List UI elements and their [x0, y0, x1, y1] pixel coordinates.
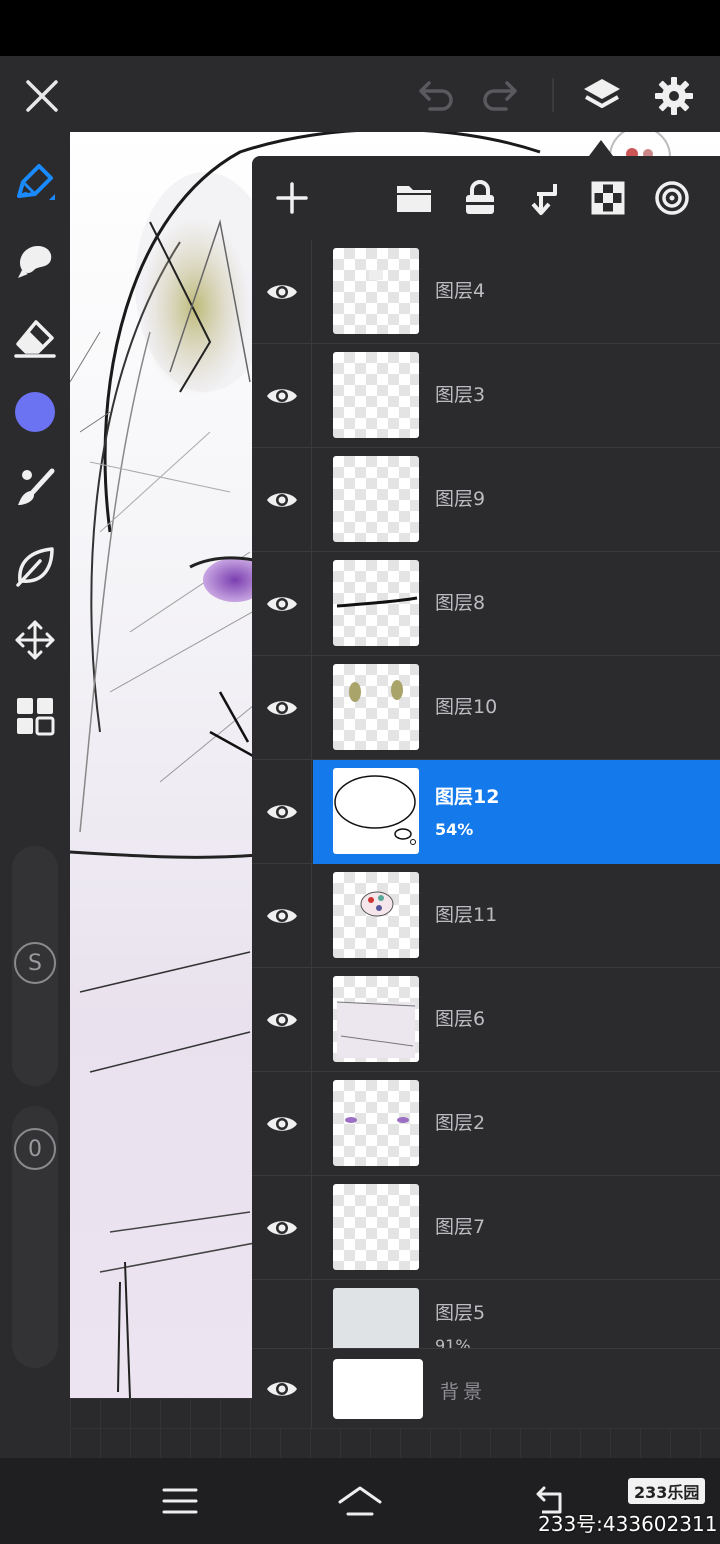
layer-name: 图层9: [435, 488, 486, 510]
layer-thumbnail: [333, 872, 419, 958]
layer-row[interactable]: 图层3: [252, 344, 720, 448]
menu-icon[interactable]: [150, 1476, 210, 1526]
layer-row-main[interactable]: 图层9: [313, 448, 720, 552]
layer-row[interactable]: 图层5 91%: [252, 1280, 720, 1348]
background-layer-name: 背景: [440, 1381, 487, 1403]
layer-thumbnail: [333, 560, 419, 646]
layer-name: 图层6: [435, 1008, 486, 1030]
toolbar-separator: [552, 78, 554, 112]
layer-row-main[interactable]: 图层4: [313, 240, 720, 344]
layer-row-main[interactable]: 图层6: [313, 968, 720, 1072]
layer-list[interactable]: 图层4 图层3 图层9 图层8 图层10 图层12 54% 图层11 图层6 图…: [252, 240, 720, 1348]
layer-name: 图层7: [435, 1216, 486, 1238]
size-slider-knob[interactable]: S: [14, 942, 56, 984]
layers-panel-pointer: [589, 140, 613, 156]
layer-row[interactable]: 图层11: [252, 864, 720, 968]
layer-row[interactable]: 图层6: [252, 968, 720, 1072]
layer-row[interactable]: 图层7: [252, 1176, 720, 1280]
layer-opacity: 91%: [435, 1336, 471, 1348]
pen-icon[interactable]: [0, 152, 70, 212]
layer-row-main[interactable]: 图层12 54%: [313, 760, 720, 864]
layer-thumbnail: [333, 768, 419, 854]
layer-row-main[interactable]: 图层3: [313, 344, 720, 448]
layers-panel-header: [252, 156, 720, 240]
background-layer-row[interactable]: 背景: [252, 1348, 720, 1428]
top-toolbar: [0, 56, 720, 132]
eye-icon[interactable]: [252, 1072, 312, 1176]
layer-row[interactable]: 图层9: [252, 448, 720, 552]
layer-opacity: 54%: [435, 820, 474, 839]
eye-icon[interactable]: [252, 1280, 312, 1348]
layer-row[interactable]: 图层2: [252, 1072, 720, 1176]
leaf-icon[interactable]: [0, 536, 70, 596]
undo-icon[interactable]: [414, 74, 458, 118]
layer-row-main[interactable]: 图层11: [313, 864, 720, 968]
blend-icon[interactable]: [648, 174, 696, 222]
lock-icon[interactable]: [456, 174, 504, 222]
eye-icon[interactable]: [252, 864, 312, 968]
eye-icon[interactable]: [252, 552, 312, 656]
layer-row-main[interactable]: 图层5 91%: [313, 1280, 720, 1348]
layer-name: 图层12: [435, 786, 500, 808]
layers-panel: 图层4 图层3 图层9 图层8 图层10 图层12 54% 图层11 图层6 图…: [252, 156, 720, 1428]
gear-icon[interactable]: [650, 72, 698, 120]
eye-icon[interactable]: [252, 1176, 312, 1280]
status-bar: [0, 0, 720, 56]
layer-thumbnail: [333, 1184, 419, 1270]
eraser-icon[interactable]: [0, 308, 70, 368]
layer-row-main[interactable]: 图层10: [313, 656, 720, 760]
layer-thumbnail: [333, 976, 419, 1062]
layer-thumbnail: [333, 664, 419, 750]
smudge-icon[interactable]: [0, 230, 70, 290]
layer-name: 图层5: [435, 1302, 486, 1324]
layer-row-main[interactable]: 图层2: [313, 1072, 720, 1176]
opacity-slider-knob[interactable]: 0: [14, 1128, 56, 1170]
transparency-icon[interactable]: [584, 174, 632, 222]
layer-thumbnail: [333, 248, 419, 334]
layer-row[interactable]: 图层4: [252, 240, 720, 344]
merge-down-icon[interactable]: [520, 174, 568, 222]
home-icon[interactable]: [330, 1476, 390, 1526]
layer-name: 图层4: [435, 280, 486, 302]
layer-row[interactable]: 图层8: [252, 552, 720, 656]
layer-thumbnail: [333, 352, 419, 438]
layer-name: 图层3: [435, 384, 486, 406]
layer-thumbnail: [333, 456, 419, 542]
eye-icon[interactable]: [252, 1349, 312, 1428]
move-icon[interactable]: [0, 610, 70, 670]
layers-icon[interactable]: [578, 72, 626, 120]
background-thumbnail: [333, 1359, 423, 1419]
layer-thumbnail: [333, 1288, 419, 1348]
watermark-badge: 233乐园: [628, 1478, 706, 1504]
layer-row-selected[interactable]: 图层12 54%: [252, 760, 720, 864]
eye-icon[interactable]: [252, 968, 312, 1072]
eye-icon[interactable]: [252, 344, 312, 448]
eye-icon[interactable]: [252, 448, 312, 552]
layer-row-main[interactable]: 图层8: [313, 552, 720, 656]
watermark-id: 233号:433602311: [538, 1512, 718, 1536]
layer-thumbnail: [333, 1080, 419, 1166]
grid-icon[interactable]: [0, 686, 70, 746]
eye-icon[interactable]: [252, 760, 312, 864]
layer-name: 图层11: [435, 904, 498, 926]
layer-name: 图层10: [435, 696, 498, 718]
layer-row[interactable]: 图层10: [252, 656, 720, 760]
layer-name: 图层2: [435, 1112, 486, 1134]
eye-icon[interactable]: [252, 240, 312, 344]
layer-name: 图层8: [435, 592, 486, 614]
folder-icon[interactable]: [390, 174, 438, 222]
redo-icon[interactable]: [478, 74, 522, 118]
brush-icon[interactable]: [0, 458, 70, 518]
eye-icon[interactable]: [252, 656, 312, 760]
layer-row-main[interactable]: 图层7: [313, 1176, 720, 1280]
add-icon[interactable]: [268, 174, 316, 222]
color-swatch[interactable]: [0, 382, 70, 442]
close-icon[interactable]: [20, 74, 64, 118]
left-toolbar: S 0: [0, 132, 70, 1458]
